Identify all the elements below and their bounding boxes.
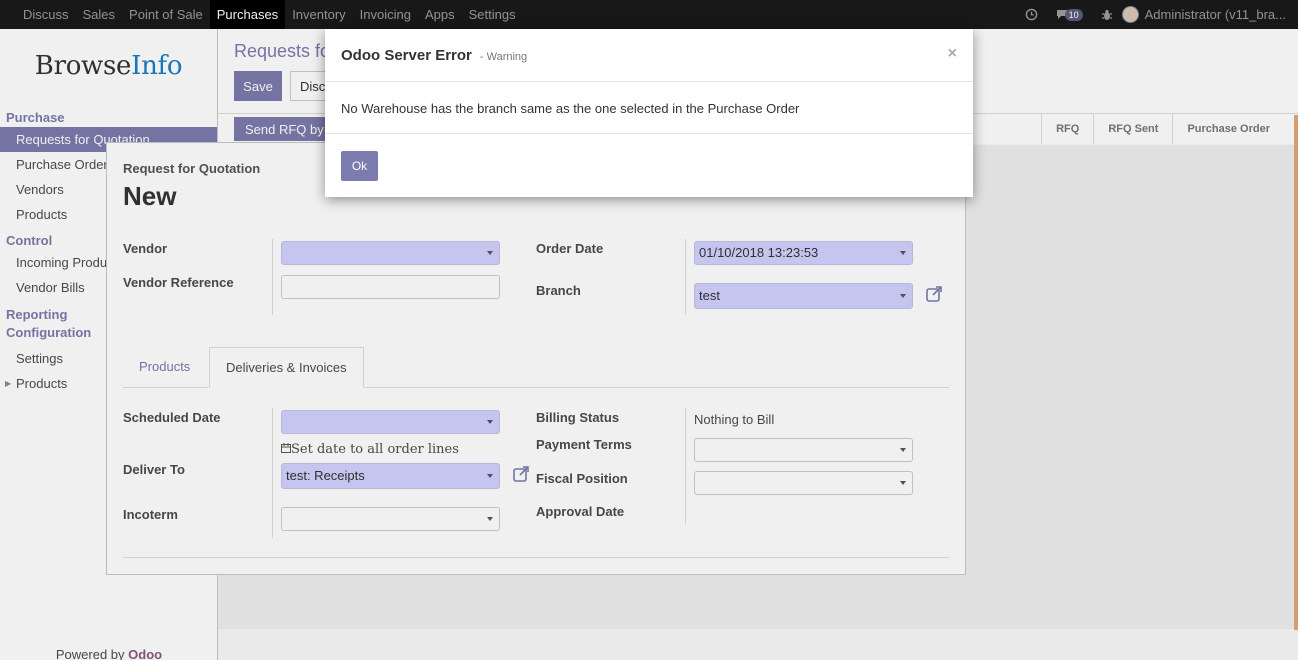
- error-dialog: Odoo Server Error - Warning × No Warehous…: [325, 29, 973, 197]
- close-icon[interactable]: ×: [948, 45, 957, 63]
- dialog-footer: Ok: [325, 134, 973, 181]
- dialog-title: Odoo Server Error: [341, 47, 472, 64]
- dialog-subtitle: - Warning: [479, 51, 528, 63]
- ok-button[interactable]: Ok: [341, 151, 378, 181]
- dialog-header: Odoo Server Error - Warning ×: [325, 29, 973, 82]
- dialog-message: No Warehouse has the branch same as the …: [325, 82, 973, 134]
